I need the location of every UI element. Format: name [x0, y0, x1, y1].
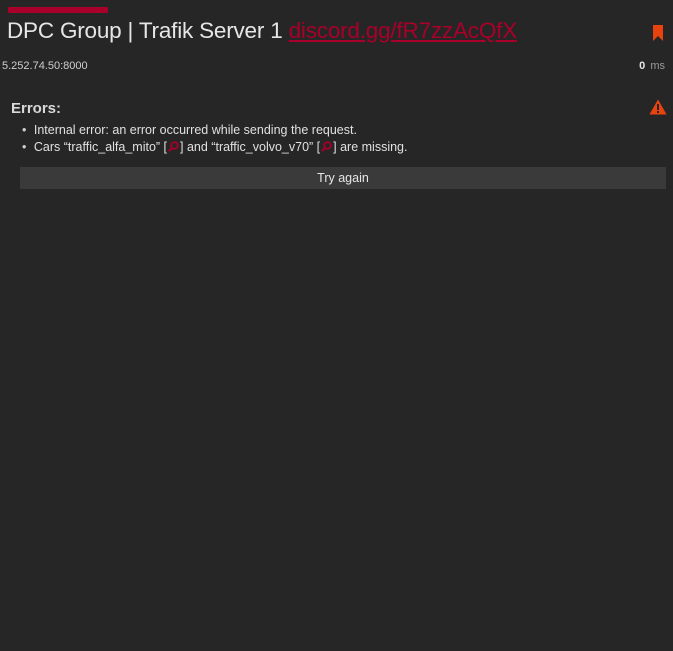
- server-address: 5.252.74.50:8000: [2, 60, 88, 72]
- try-again-button[interactable]: Try again: [20, 167, 666, 189]
- error-text-middle: ] and “traffic_volvo_v70” [: [180, 140, 321, 154]
- discord-link[interactable]: discord.gg/fR7zzAcQfX: [289, 18, 518, 43]
- error-text-prefix: Cars “traffic_alfa_mito” [: [33, 140, 168, 154]
- search-car-icon[interactable]: [168, 141, 179, 152]
- server-details-page: DPC Group | Trafik Server 1 discord.gg/f…: [0, 0, 673, 651]
- error-item-internal: Internal error: an error occurred while …: [22, 122, 408, 139]
- server-title: DPC Group | Trafik Server 1 discord.gg/f…: [7, 17, 517, 45]
- error-list: Internal error: an error occurred while …: [22, 122, 408, 156]
- ping-unit: ms: [650, 60, 665, 72]
- error-text-suffix: ] are missing.: [333, 140, 408, 154]
- server-name: DPC Group | Trafik Server 1: [7, 18, 283, 43]
- error-text: Internal error: an error occurred while …: [33, 123, 357, 137]
- ping-value: 0: [639, 60, 646, 72]
- ping-display: 0 ms: [639, 60, 665, 72]
- warning-icon: [649, 99, 667, 115]
- errors-heading: Errors:: [11, 100, 62, 117]
- accent-bar: [8, 7, 108, 13]
- search-car-icon[interactable]: [321, 141, 332, 152]
- error-item-missing-cars: Cars “traffic_alfa_mito” [ ] and “traffi…: [22, 139, 408, 156]
- bookmark-icon[interactable]: [653, 25, 663, 41]
